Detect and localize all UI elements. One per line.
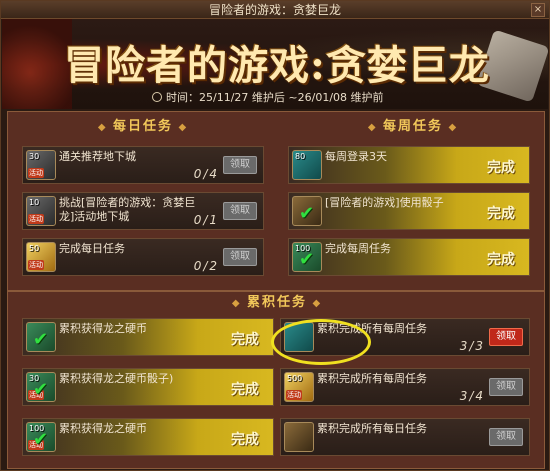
reward-icon: 30 活动 (26, 150, 56, 180)
claim-button[interactable]: 领取 (489, 378, 523, 396)
daily-task: 30 活动 通关推荐地下城 0/4 领取 (22, 146, 264, 184)
cumulative-task: 100 活动 ✔ 累积获得龙之硬币 完成 (22, 418, 274, 456)
reward-icon: 80 (292, 150, 322, 180)
task-progress: 3/4 (459, 389, 485, 403)
daily-task: 10 活动 挑战[冒险者的游戏：贪婪巨龙]活动地下城 0/1 领取 (22, 192, 264, 230)
claim-button[interactable]: 领取 (223, 156, 257, 174)
cumulative-task: 500 活动 累积完成所有每周任务 3/4 领取 (280, 368, 530, 406)
window-title: 冒险者的游戏：贪婪巨龙 (208, 3, 341, 17)
reward-icon: 10 活动 (26, 196, 56, 226)
reward-icon (284, 422, 314, 452)
task-text: 累积获得龙之硬币 (59, 322, 147, 335)
done-label: 完成 (487, 252, 515, 268)
claim-button[interactable]: 领取 (223, 202, 257, 220)
task-text: 累积完成所有每周任务 (317, 372, 427, 385)
task-text: 通关推荐地下城 (59, 150, 136, 163)
task-text: 累积获得龙之硬币 (59, 422, 147, 435)
cumulative-task: 30 活动 ✔ 累积获得龙之硬币骰子) 完成 (22, 368, 274, 406)
event-window: 冒险者的游戏：贪婪巨龙 × 冒险者的游戏:贪婪巨龙 时间：25/11/27 维护… (0, 0, 550, 471)
check-icon: ✔ (299, 203, 315, 224)
check-icon: ✔ (33, 379, 49, 400)
done-label: 完成 (231, 382, 259, 398)
window-titlebar: 冒险者的游戏：贪婪巨龙 × (1, 1, 549, 19)
reward-icon: ✔ (292, 196, 322, 226)
task-text: 累积完成所有每日任务 (317, 422, 427, 435)
task-text: 完成每周任务 (325, 242, 391, 255)
claim-button[interactable]: 领取 (489, 428, 523, 446)
task-text: [冒险者的游戏]使用骰子 (325, 196, 444, 209)
cumulative-panel: ◆ 累积任务 ◆ ✔ 累积获得龙之硬币 完成 30 活动 ✔ 累积获得龙之硬币骰子)… (7, 291, 545, 469)
highlight-circle (271, 319, 371, 365)
reward-icon: 100 活动 ✔ (26, 422, 56, 452)
daily-task: 50 活动 完成每日任务 0/2 领取 (22, 238, 264, 276)
daily-section-header: ◆ 每日任务 ◆ (97, 119, 189, 134)
weekly-task: 80 每周登录3天 完成 (288, 146, 530, 184)
weekly-task: 100 ✔ 完成每周任务 完成 (288, 238, 530, 276)
done-label: 完成 (487, 206, 515, 222)
done-label: 完成 (231, 432, 259, 448)
task-progress: 0/2 (193, 259, 219, 273)
close-button[interactable]: × (531, 3, 545, 17)
reward-icon: ✔ (26, 322, 56, 352)
weekly-task: ✔ [冒险者的游戏]使用骰子 完成 (288, 192, 530, 230)
coin-icon: 500 活动 (284, 372, 314, 402)
daily-weekly-panel: ◆ 每日任务 ◆ ◆ 每周任务 ◆ 30 活动 通关推荐地下城 0/4 领取 10… (7, 111, 545, 291)
event-time-text: 时间：25/11/27 维护后 ~26/01/08 维护前 (166, 91, 384, 104)
coin-icon: 50 活动 (26, 242, 56, 272)
cumulative-task: ✔ 累积获得龙之硬币 完成 (22, 318, 274, 356)
check-icon: ✔ (299, 249, 315, 270)
event-time: 时间：25/11/27 维护后 ~26/01/08 维护前 (152, 89, 384, 105)
check-icon: ✔ (33, 329, 49, 350)
claim-button[interactable]: 领取 (489, 328, 523, 346)
reward-icon: 30 活动 ✔ (26, 372, 56, 402)
reward-icon: 100 ✔ (292, 242, 322, 272)
task-text: 累积获得龙之硬币骰子) (59, 372, 174, 385)
weekly-section-header: ◆ 每周任务 ◆ (367, 119, 459, 134)
claim-button[interactable]: 领取 (223, 248, 257, 266)
task-progress: 3/3 (459, 339, 485, 353)
event-banner: 冒险者的游戏:贪婪巨龙 时间：25/11/27 维护后 ~26/01/08 维护… (2, 19, 548, 109)
task-text: 每周登录3天 (325, 150, 387, 163)
task-progress: 0/1 (193, 213, 219, 227)
done-label: 完成 (231, 332, 259, 348)
task-progress: 0/4 (193, 167, 219, 181)
clock-icon (152, 92, 162, 102)
banner-title: 冒险者的游戏:贪婪巨龙 (64, 42, 490, 89)
task-text: 完成每日任务 (59, 242, 125, 255)
task-text: 挑战[冒险者的游戏：贪婪巨龙]活动地下城 (59, 196, 196, 223)
cumulative-section-header: ◆ 累积任务 ◆ (231, 295, 323, 310)
check-icon: ✔ (33, 429, 49, 450)
done-label: 完成 (487, 160, 515, 176)
cumulative-task: 累积完成所有每日任务 领取 (280, 418, 530, 456)
